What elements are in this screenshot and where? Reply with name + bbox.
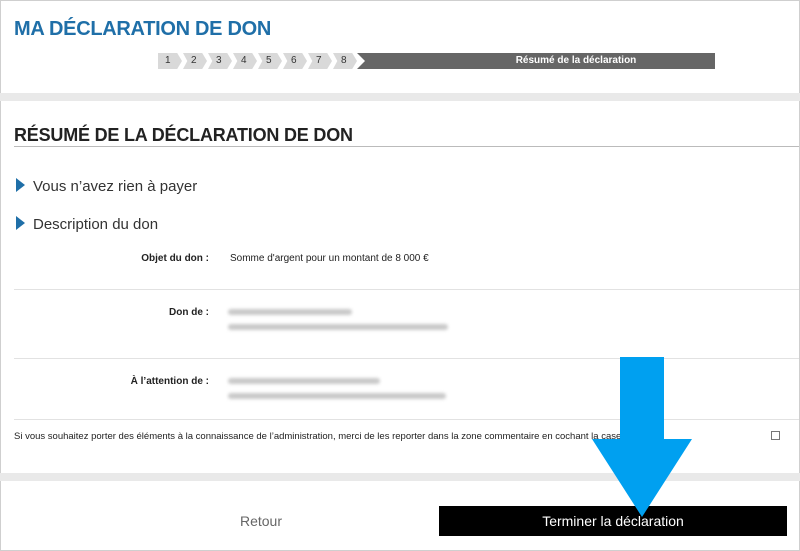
- recipient-redacted-line: [228, 378, 380, 384]
- comment-checkbox[interactable]: [771, 431, 780, 440]
- arrow-down-icon: [592, 357, 692, 517]
- step-5[interactable]: 5: [258, 53, 282, 69]
- section-title: RÉSUMÉ DE LA DÉCLARATION DE DON: [14, 125, 353, 145]
- donor-label: Don de :: [169, 307, 209, 318]
- step-6[interactable]: 6: [283, 53, 307, 69]
- declaration-header: MA DÉCLARATION DE DON 1 2 3 4 5 6 7 8 Ré…: [1, 1, 799, 93]
- triangle-right-icon: [16, 178, 25, 192]
- triangle-right-icon: [16, 216, 25, 230]
- step-1[interactable]: 1: [158, 53, 182, 69]
- comment-notice: Si vous souhaitez porter des éléments à …: [14, 431, 658, 442]
- step-current-summary: Résumé de la déclaration: [357, 53, 715, 69]
- back-button[interactable]: Retour: [201, 509, 321, 533]
- donor-redacted-line: [228, 324, 448, 330]
- description-heading-label: Description du don: [33, 216, 159, 233]
- step-4[interactable]: 4: [233, 53, 257, 69]
- payment-heading[interactable]: Vous n’avez rien à payer: [16, 178, 197, 195]
- separator: [0, 93, 800, 101]
- row-divider: [14, 289, 799, 290]
- section-divider: [14, 146, 799, 147]
- payment-heading-label: Vous n’avez rien à payer: [33, 178, 198, 195]
- donor-redacted-line: [228, 309, 352, 315]
- page-title: MA DÉCLARATION DE DON: [14, 18, 272, 40]
- recipient-redacted-line: [228, 393, 446, 399]
- description-heading[interactable]: Description du don: [16, 216, 158, 233]
- recipient-label: À l’attention de :: [130, 376, 209, 387]
- gift-object-value: Somme d'argent pour un montant de 8 000 …: [230, 253, 429, 264]
- step-7[interactable]: 7: [308, 53, 332, 69]
- step-2[interactable]: 2: [183, 53, 207, 69]
- step-3[interactable]: 3: [208, 53, 232, 69]
- gift-object-label: Objet du don :: [141, 253, 209, 264]
- step-progress: 1 2 3 4 5 6 7 8 Résumé de la déclaration: [158, 53, 718, 69]
- step-8[interactable]: 8: [333, 53, 357, 69]
